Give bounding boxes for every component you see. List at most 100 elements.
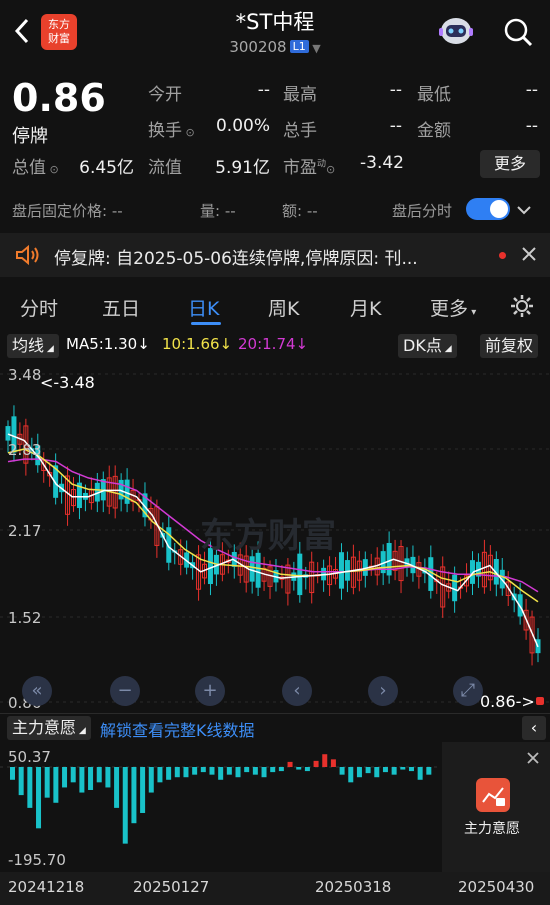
pe-value: -3.42	[360, 153, 404, 173]
indicator-bar	[192, 767, 198, 775]
tab-weekly-k[interactable]: 周K	[268, 294, 299, 321]
date-tick: 20250127	[133, 878, 210, 896]
stock-code: 300208	[229, 38, 287, 56]
fullscreen-icon[interactable]: ⤢	[453, 676, 483, 706]
low-value: --	[525, 80, 538, 100]
volume-value: --	[389, 116, 402, 136]
after-hours-toggle[interactable]	[466, 198, 510, 220]
indicator-bar	[18, 767, 24, 796]
indicator-bar	[209, 767, 215, 775]
indicator-bar	[183, 767, 189, 778]
candle-body	[386, 542, 392, 576]
indicator-bar	[226, 767, 232, 775]
indicator-bar	[391, 767, 397, 775]
market-cap-label[interactable]: 总值 ⊙	[12, 153, 59, 178]
high-annotation: <-3.48	[40, 373, 95, 392]
date-tick: 20250430	[458, 878, 535, 896]
close-icon[interactable]	[526, 750, 540, 769]
indicator-bar	[10, 767, 15, 780]
low-annotation: 0.86->	[480, 692, 535, 711]
indicator-bar	[27, 767, 33, 808]
close-icon[interactable]	[520, 245, 538, 267]
indicator-side-panel[interactable]: 主力意愿	[442, 742, 550, 872]
open-value: --	[257, 80, 270, 100]
indicator-bar	[400, 767, 406, 770]
indicator-bar	[157, 767, 163, 783]
prev-icon[interactable]: ‹	[282, 676, 312, 706]
robot-assistant-icon[interactable]	[436, 14, 476, 50]
level-badge: L1	[289, 40, 309, 53]
watermark-logo: 东方财富	[200, 516, 336, 556]
candle-body	[255, 552, 261, 588]
date-axis: 20241218 20250127 20250318 20250430	[0, 872, 550, 905]
indicator-bar	[140, 767, 146, 813]
indicator-bar	[356, 767, 362, 778]
zoom-in-icon[interactable]: +	[195, 676, 225, 706]
unlock-link[interactable]: 解锁查看完整K线数据	[100, 717, 255, 741]
candle-body	[5, 426, 11, 441]
next-icon[interactable]: ›	[368, 676, 398, 706]
after-hours-timeshare-label: 盘后分时	[392, 202, 453, 220]
indicator-bar	[96, 767, 102, 783]
indicator-bar	[322, 754, 328, 767]
indicator-bar	[287, 761, 293, 767]
ma5-value: MA5:1.30↓	[66, 335, 150, 353]
candle-body	[344, 560, 350, 581]
info-icon: ⊙	[46, 163, 59, 176]
side-panel-label: 主力意愿	[464, 821, 520, 837]
indicator-bar	[304, 767, 310, 772]
indicator-bar	[235, 767, 241, 778]
low-label: 最低	[417, 85, 451, 105]
period-tabs: 分时 五日 日K 周K 月K 更多 ▾	[0, 286, 550, 328]
indicator-bar	[365, 767, 371, 774]
indicator-bar	[374, 767, 380, 778]
y-tick-label: 1.52	[8, 609, 42, 627]
tab-monthly-k[interactable]: 月K	[350, 294, 381, 321]
indicator-bar	[244, 767, 250, 773]
indicator-toolbar: 主力意愿 ◢ 解锁查看完整K线数据 ‹	[0, 713, 550, 741]
last-price-marker	[536, 697, 544, 705]
active-tab-indicator	[191, 322, 221, 325]
amount-label: 金额	[417, 121, 451, 141]
chevron-down-icon[interactable]	[514, 200, 534, 224]
adjust-button[interactable]: 前复权	[480, 334, 539, 358]
indicator-bar	[148, 767, 154, 793]
y-tick-label: 2.17	[8, 522, 42, 540]
indicator-bar	[166, 767, 172, 780]
indicator-bar	[382, 767, 388, 773]
indicator-bar	[122, 767, 128, 844]
gear-icon[interactable]	[508, 292, 536, 324]
unread-dot	[499, 252, 506, 259]
indicator-bar	[278, 767, 284, 772]
y-tick-label: 3.48	[8, 366, 42, 384]
indicator-bar	[417, 767, 423, 780]
dk-point-button[interactable]: DK点 ◢	[398, 334, 457, 358]
search-icon[interactable]	[502, 16, 534, 48]
turnover-label[interactable]: 换手 ⊙	[148, 116, 195, 141]
indicator-bar	[426, 767, 432, 775]
tab-daily-k[interactable]: 日K	[188, 294, 219, 321]
tab-five-day[interactable]: 五日	[102, 294, 140, 321]
info-icon: ⊙	[326, 163, 336, 176]
tab-timeshare[interactable]: 分时	[20, 294, 58, 321]
indicator-bar	[261, 767, 267, 778]
indicator-bar	[62, 767, 68, 788]
indicator-bar	[79, 767, 85, 793]
rewind-icon[interactable]: «	[22, 676, 52, 706]
ma10-value: 10:1.66↓	[162, 335, 233, 353]
suspension-notice[interactable]: 停复牌: 自2025-05-06连续停牌,停牌原因: 刊...	[0, 233, 550, 277]
ma-selector[interactable]: 均线 ◢	[7, 334, 59, 358]
high-label: 最高	[283, 85, 317, 105]
indicator-selector[interactable]: 主力意愿 ◢	[7, 716, 91, 740]
after-hours-amount: 额: --	[282, 202, 318, 220]
tab-more[interactable]: 更多 ▾	[430, 294, 476, 321]
info-icon: ⊙	[182, 126, 195, 139]
indicator-bar	[408, 767, 414, 772]
volume-label: 总手	[283, 121, 317, 141]
collapse-icon[interactable]: ‹	[522, 716, 546, 740]
more-button[interactable]: 更多	[480, 150, 540, 178]
pe-label[interactable]: 市盈动⊙	[283, 153, 335, 178]
indicator-min: -195.70	[8, 851, 66, 869]
zoom-out-icon[interactable]: −	[110, 676, 140, 706]
high-value: --	[389, 80, 402, 100]
